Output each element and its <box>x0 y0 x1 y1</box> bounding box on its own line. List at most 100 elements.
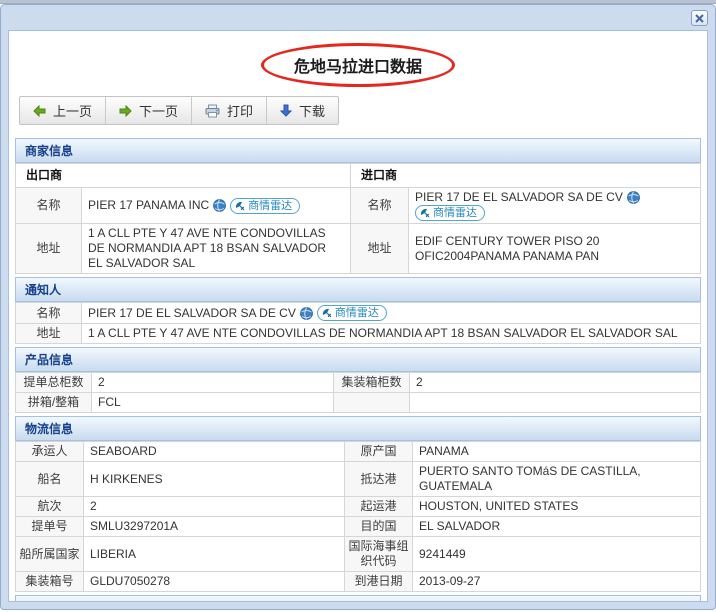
badge-label: 商情雷达 <box>335 306 379 320</box>
vessel-flag-value: LIBERIA <box>84 537 345 572</box>
shangqing-radar-badge[interactable]: 商情雷达 <box>317 305 387 321</box>
table-row: 提单号 SMLU3297201A 目的国 EL SALVADOR <box>16 517 701 537</box>
table-row: 航次 2 起运港 HOUSTON, UNITED STATES <box>16 497 701 517</box>
printer-icon <box>205 104 220 118</box>
shangqing-radar-badge[interactable]: 商情雷达 <box>415 205 485 221</box>
voyage-value: 2 <box>84 497 345 517</box>
globe-icon[interactable] <box>213 199 226 212</box>
next-page-button[interactable]: 下一页 <box>106 97 192 124</box>
globe-icon[interactable] <box>627 191 640 204</box>
container-number-value: GLDU7050278 <box>84 572 345 592</box>
notify-name: PIER 17 DE EL SALVADOR SA DE CV <box>88 306 296 321</box>
vessel-name-label: 船名 <box>16 462 84 497</box>
importer-name-label: 名称 <box>350 188 408 224</box>
carrier-value: SEABOARD <box>84 442 345 462</box>
importer-name: PIER 17 DE EL SALVADOR SA DE CV <box>415 190 623 205</box>
voyage-label: 航次 <box>16 497 84 517</box>
vessel-flag-label: 船所属国家 <box>16 537 84 572</box>
download-button[interactable]: 下载 <box>267 97 338 124</box>
section-header-merchant: 商家信息 <box>15 138 701 163</box>
logistics-table: 承运人 SEABOARD 原产国 PANAMA 船名 H KIRKENES 抵达… <box>15 441 701 592</box>
table-row: 集装箱号 GLDU7050278 到港日期 2013-09-27 <box>16 572 701 592</box>
arrival-port-value: PUERTO SANTO TOMáS DE CASTILLA, GUATEMAL… <box>413 462 701 497</box>
table-row: 出口商 进口商 <box>16 164 701 188</box>
prev-page-button[interactable]: 上一页 <box>20 97 106 124</box>
carrier-label: 承运人 <box>16 442 84 462</box>
destination-country-value: EL SALVADOR <box>413 517 701 537</box>
origin-country-value: PANAMA <box>413 442 701 462</box>
importer-name-cell: PIER 17 DE EL SALVADOR SA DE CV <box>408 188 700 224</box>
section-header-description: 描述 <box>15 595 701 602</box>
table-row: 地址 1 A CLL PTE Y 47 AVE NTE CONDOVILLAS … <box>16 224 701 274</box>
next-page-label: 下一页 <box>139 101 178 120</box>
close-icon <box>695 14 704 23</box>
close-button[interactable] <box>691 10 708 26</box>
bl-number-value: SMLU3297201A <box>84 517 345 537</box>
arrow-left-icon <box>33 105 46 117</box>
exporter-header: 出口商 <box>16 164 351 188</box>
departure-port-value: HOUSTON, UNITED STATES <box>413 497 701 517</box>
arrival-date-value: 2013-09-27 <box>413 572 701 592</box>
lcl-fcl-value: FCL <box>92 393 334 413</box>
print-button[interactable]: 打印 <box>192 97 267 124</box>
notify-name-label: 名称 <box>16 303 82 324</box>
container-count-label: 集装箱柜数 <box>334 373 410 393</box>
table-row: 船名 H KIRKENES 抵达港 PUERTO SANTO TOMáS DE … <box>16 462 701 497</box>
product-table: 提单总柜数 2 集装箱柜数 2 拼箱/整箱 FCL <box>15 372 701 413</box>
empty-label-cell <box>334 393 410 413</box>
bl-total-containers-value: 2 <box>92 373 334 393</box>
table-row: 名称 PIER 17 PANAMA INC <box>16 188 701 224</box>
arrival-date-label: 到港日期 <box>345 572 413 592</box>
dialog-content: 危地马拉进口数据 上一页 下一页 <box>8 30 708 602</box>
exporter-name-cell: PIER 17 PANAMA INC 商情雷达 <box>82 188 351 224</box>
lcl-fcl-label: 拼箱/整箱 <box>16 393 92 413</box>
exporter-name: PIER 17 PANAMA INC <box>88 198 209 213</box>
table-row: 船所属国家 LIBERIA 国际海事组织代码 9241449 <box>16 537 701 572</box>
title-row: 危地马拉进口数据 <box>15 43 701 87</box>
notify-address: 1 A CLL PTE Y 47 AVE NTE CONDOVILLAS DE … <box>82 324 701 344</box>
table-row: 地址 1 A CLL PTE Y 47 AVE NTE CONDOVILLAS … <box>16 324 701 344</box>
importer-address: EDIF CENTURY TOWER PISO 20 OFIC2004PANAM… <box>408 224 700 274</box>
page-title: 危地马拉进口数据 <box>261 43 455 87</box>
radar-icon <box>420 208 430 218</box>
origin-country-label: 原产国 <box>345 442 413 462</box>
arrival-port-label: 抵达港 <box>345 462 413 497</box>
imo-code-value: 9241449 <box>413 537 701 572</box>
empty-value-cell <box>410 393 701 413</box>
table-row: 承运人 SEABOARD 原产国 PANAMA <box>16 442 701 462</box>
notify-name-cell: PIER 17 DE EL SALVADOR SA DE CV 商情雷达 <box>82 303 701 324</box>
vessel-name-value: H KIRKENES <box>84 462 345 497</box>
radar-icon <box>322 308 332 318</box>
print-label: 打印 <box>227 101 253 120</box>
bl-number-label: 提单号 <box>16 517 84 537</box>
section-header-product: 产品信息 <box>15 347 701 372</box>
dialog-titlebar <box>1 5 715 30</box>
dialog-window: 危地马拉进口数据 上一页 下一页 <box>0 4 716 610</box>
exporter-name-label: 名称 <box>16 188 82 224</box>
table-row: 拼箱/整箱 FCL <box>16 393 701 413</box>
badge-label: 商情雷达 <box>248 199 292 213</box>
table-row: 名称 PIER 17 DE EL SALVADOR SA DE CV <box>16 303 701 324</box>
download-label: 下载 <box>299 101 325 120</box>
table-row: 提单总柜数 2 集装箱柜数 2 <box>16 373 701 393</box>
badge-label: 商情雷达 <box>433 206 477 220</box>
exporter-address: 1 A CLL PTE Y 47 AVE NTE CONDOVILLAS DE … <box>82 224 351 274</box>
container-count-value: 2 <box>410 373 701 393</box>
section-header-logistics: 物流信息 <box>15 416 701 441</box>
imo-code-label: 国际海事组织代码 <box>345 537 413 572</box>
radar-icon <box>235 201 245 211</box>
arrow-down-icon <box>280 104 292 117</box>
departure-port-label: 起运港 <box>345 497 413 517</box>
section-header-notify: 通知人 <box>15 277 701 302</box>
toolbar: 上一页 下一页 打印 下载 <box>19 96 339 125</box>
exporter-address-label: 地址 <box>16 224 82 274</box>
notify-table: 名称 PIER 17 DE EL SALVADOR SA DE CV <box>15 302 701 344</box>
globe-icon[interactable] <box>300 307 313 320</box>
shangqing-radar-badge[interactable]: 商情雷达 <box>230 198 300 214</box>
arrow-right-icon <box>119 105 132 117</box>
container-number-label: 集装箱号 <box>16 572 84 592</box>
merchant-table: 出口商 进口商 名称 PIER 17 PANAMA INC <box>15 163 701 274</box>
importer-address-label: 地址 <box>350 224 408 274</box>
prev-page-label: 上一页 <box>53 101 92 120</box>
destination-country-label: 目的国 <box>345 517 413 537</box>
